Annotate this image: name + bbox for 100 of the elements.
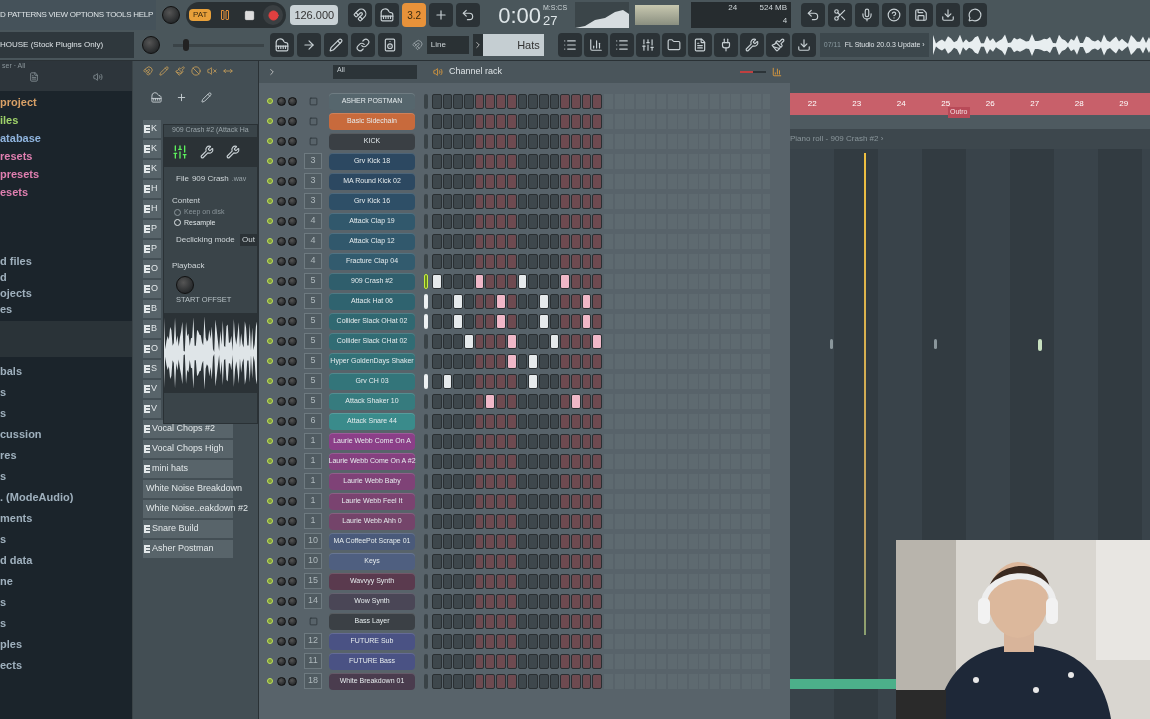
snap-badge[interactable]: 3.2 — [402, 3, 427, 27]
knob[interactable] — [176, 276, 194, 294]
mute-led[interactable] — [267, 218, 273, 224]
mixer-track[interactable]: 4 — [304, 233, 322, 249]
mute-led[interactable] — [267, 478, 273, 484]
export-icon[interactable] — [936, 3, 961, 27]
mute-led[interactable] — [267, 118, 273, 124]
magnet-icon[interactable] — [143, 66, 153, 76]
playlist-icon[interactable] — [557, 33, 582, 57]
brush-icon[interactable] — [175, 66, 185, 76]
mixer-track[interactable]: 10 — [304, 533, 322, 549]
browser-item[interactable]: . (ModeAudio) — [0, 487, 74, 508]
note[interactable] — [1038, 339, 1042, 351]
wrench-icon[interactable] — [226, 145, 240, 159]
browser-item[interactable]: ojects — [0, 285, 32, 301]
mixer-track[interactable]: 5 — [304, 393, 322, 409]
mixer-track[interactable]: 11 — [304, 653, 322, 669]
mute-led[interactable] — [267, 278, 273, 284]
mute-icon[interactable] — [207, 66, 217, 76]
mute-led[interactable] — [267, 238, 273, 244]
mixer-track[interactable]: 5 — [304, 313, 322, 329]
master-pitch-slider-thumb[interactable] — [182, 38, 189, 51]
mute-led[interactable] — [267, 578, 273, 584]
mixer-track[interactable]: 6 — [304, 413, 322, 429]
mixer-track[interactable]: 1 — [304, 453, 322, 469]
mixer-track[interactable]: 5 — [304, 353, 322, 369]
mixer-track[interactable]: 5 — [304, 373, 322, 389]
menu-item[interactable]: OPTIONS — [69, 9, 104, 21]
mixer-track[interactable]: 1 — [304, 433, 322, 449]
mixer-track[interactable]: 3 — [304, 173, 322, 189]
browser-item[interactable]: s — [0, 382, 7, 403]
mute-led[interactable] — [267, 298, 273, 304]
knob[interactable] — [162, 6, 180, 24]
menu-item[interactable]: PATTERNS — [7, 9, 47, 21]
scissors-icon[interactable] — [828, 3, 853, 27]
mixer-track[interactable]: 1 — [304, 493, 322, 509]
piano-roll-grid[interactable] — [790, 540, 896, 719]
mixer-track[interactable]: 5 — [304, 273, 322, 289]
mixer-track[interactable]: 10 — [304, 553, 322, 569]
slip-icon[interactable] — [223, 66, 233, 76]
chat-icon[interactable] — [963, 3, 988, 27]
mixer-track[interactable]: 1 — [304, 513, 322, 529]
mute-led[interactable] — [267, 138, 273, 144]
pattern-toggle[interactable]: PAT — [189, 9, 212, 21]
knob[interactable] — [141, 36, 160, 54]
mixer-icon[interactable] — [635, 33, 660, 57]
tool-icon[interactable] — [765, 33, 790, 57]
mute-led[interactable] — [267, 258, 273, 264]
mute-led[interactable] — [267, 418, 273, 424]
clip-item[interactable]: White Noise Breakdown — [146, 482, 243, 496]
clip-item[interactable]: White Noise..eakdown #2 — [146, 502, 249, 516]
channel-select-indicator[interactable] — [424, 273, 428, 289]
keyboard-icon[interactable] — [269, 33, 294, 57]
mute-led[interactable] — [267, 658, 273, 664]
mute-led[interactable] — [267, 618, 273, 624]
mute-led[interactable] — [267, 198, 273, 204]
browser-item[interactable]: esets — [0, 183, 29, 201]
pattern-selector[interactable]: Hats — [473, 34, 544, 56]
browser-item[interactable]: s — [0, 403, 7, 424]
browser-item[interactable]: ects — [0, 655, 23, 676]
browser-item[interactable]: d files — [0, 253, 32, 269]
mixer-track[interactable]: 15 — [304, 573, 322, 589]
browser-icon[interactable] — [661, 33, 686, 57]
mute-led[interactable] — [267, 158, 273, 164]
mute-led[interactable] — [267, 358, 273, 364]
note[interactable] — [934, 339, 937, 349]
menu-item[interactable]: HELP — [133, 9, 153, 21]
magnet-icon[interactable] — [411, 39, 423, 51]
automation-icon[interactable] — [201, 91, 212, 103]
mute-led[interactable] — [267, 498, 273, 504]
note[interactable] — [830, 339, 833, 349]
audio-icon[interactable] — [176, 91, 187, 103]
browser-item[interactable]: d data — [0, 550, 33, 571]
link-icon[interactable] — [350, 33, 375, 57]
mixer-track[interactable]: 12 — [304, 633, 322, 649]
piano-roll-icon[interactable] — [583, 33, 608, 57]
mute-led[interactable] — [267, 378, 273, 384]
mute-led[interactable] — [267, 678, 273, 684]
browser-item[interactable]: bals — [0, 361, 22, 382]
graph-icon[interactable] — [772, 67, 782, 77]
mixer-track[interactable]: 18 — [304, 673, 322, 689]
file-icon[interactable] — [29, 71, 39, 82]
browser-item[interactable]: es — [0, 301, 13, 317]
mute-led[interactable] — [267, 318, 273, 324]
browser-item[interactable]: project — [0, 93, 37, 111]
tempo-display[interactable]: 126.000 — [290, 5, 339, 25]
browser-item[interactable]: resets — [0, 147, 33, 165]
plugin-icon[interactable] — [713, 33, 738, 57]
channel-select-indicator[interactable] — [424, 313, 428, 329]
browser-item[interactable]: atabase — [0, 129, 41, 147]
browser-item[interactable]: d — [0, 269, 7, 285]
browser-item[interactable]: s — [0, 613, 7, 634]
browser-item[interactable]: s — [0, 529, 7, 550]
mute-led[interactable] — [267, 558, 273, 564]
browser-item[interactable]: cussion — [0, 424, 42, 445]
declicking-selector[interactable]: Out — [240, 234, 257, 246]
download-icon[interactable] — [791, 33, 816, 57]
mute-led[interactable] — [267, 338, 273, 344]
mute-led[interactable] — [267, 598, 273, 604]
mute-led[interactable] — [267, 458, 273, 464]
